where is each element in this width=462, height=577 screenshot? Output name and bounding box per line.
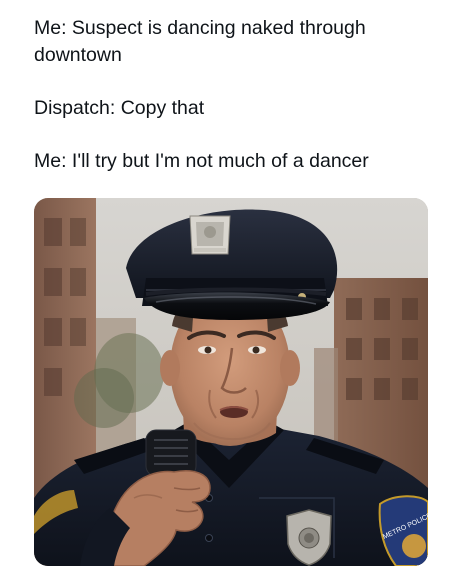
caption-line-4: Me: I'll try but I'm not much of a dance…: [34, 150, 369, 172]
cap-badge: [189, 215, 231, 255]
police-officer-illustration: METRO POLICE: [34, 198, 428, 566]
police-officer-photo[interactable]: METRO POLICE: [34, 198, 428, 566]
caption-line-1: Me: Suspect is dancing naked through: [34, 17, 366, 39]
caption-line-2: downtown: [34, 44, 122, 66]
caption-line-3: Dispatch: Copy that: [34, 97, 205, 119]
meme-post: Me: Suspect is dancing naked through dow…: [0, 0, 462, 577]
